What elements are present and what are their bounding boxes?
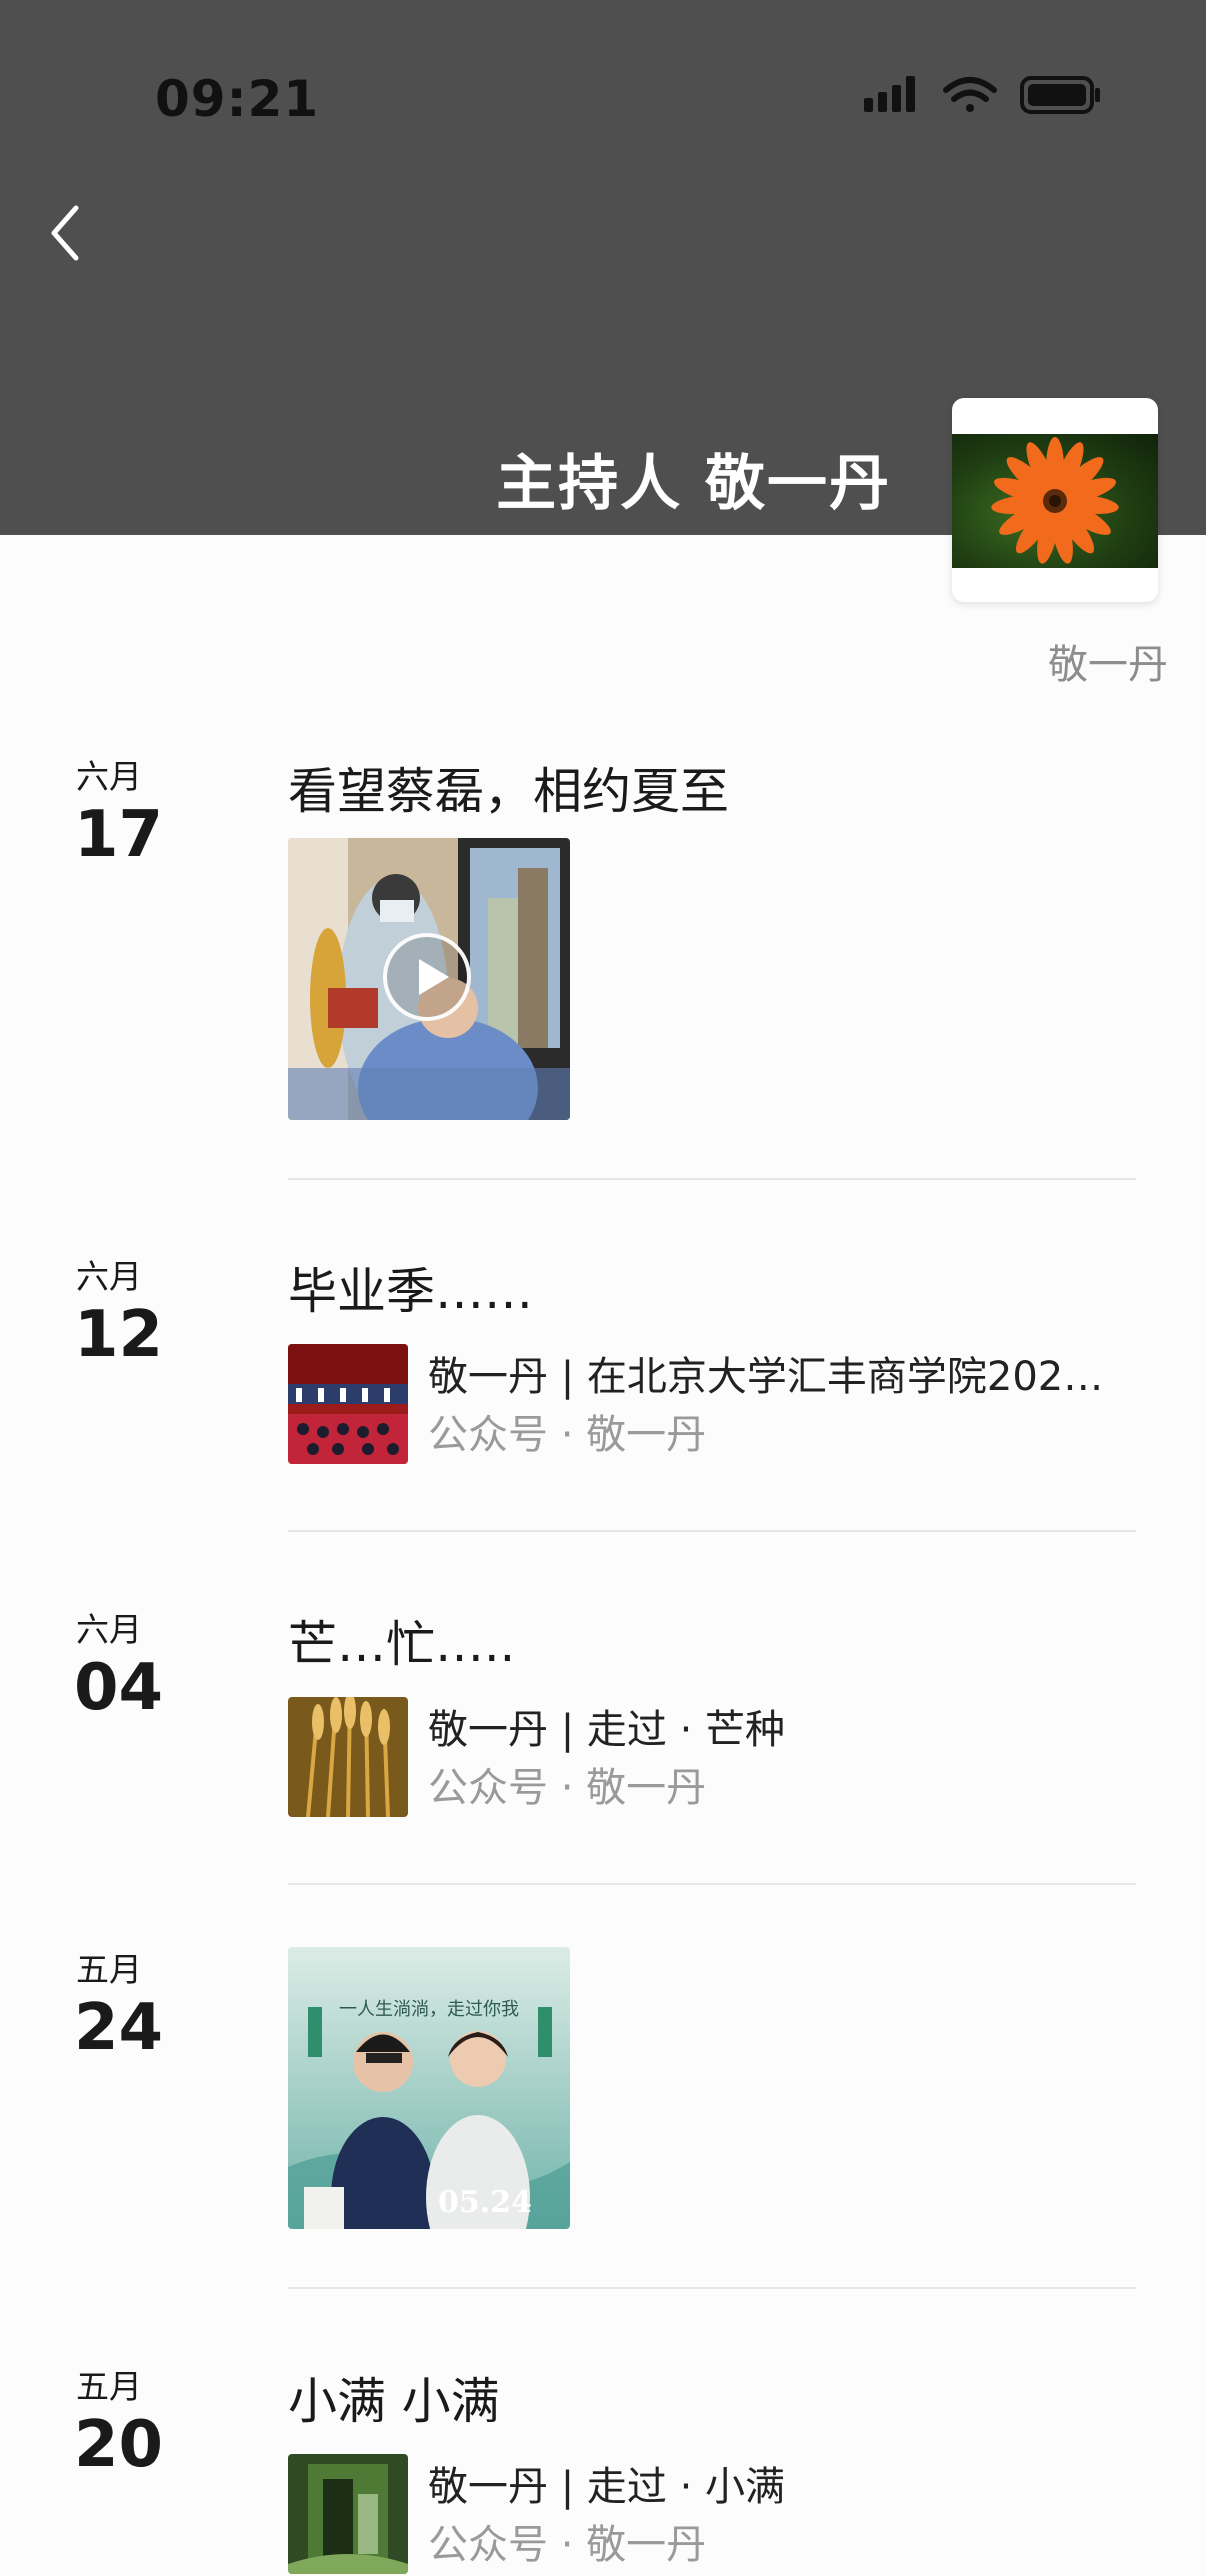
back-icon[interactable] [40,198,90,268]
article-thumbnail[interactable] [288,1344,408,1464]
article-thumbnail[interactable] [288,2454,408,2574]
post-item[interactable]: 六月 12 毕业季…… 敬一丹 | 在北京大学汇丰商学院202… 公众号 · 敬… [0,1240,1206,1540]
post-title: 小满 小满 [288,2373,500,2430]
post-item[interactable]: 六月 17 看望蔡磊，相约夏至 [0,740,1206,1180]
post-item[interactable]: 五月 20 小满 小满 敬一丹 | 走过 · 小满 公众号 · 敬一丹 [0,2350,1206,2576]
article-title: 敬一丹 | 在北京大学汇丰商学院202… [428,1354,1104,1400]
article-thumbnail[interactable] [288,1697,408,1817]
post-month: 六月 [76,757,142,796]
post-month: 六月 [76,1257,142,1296]
wifi-icon [943,77,997,112]
post-day: 12 [74,1298,164,1372]
divider [288,2287,1136,2289]
post-month: 五月 [76,2367,142,2406]
owner-name[interactable]: 敬一丹 [1048,632,1168,690]
post-item[interactable]: 六月 04 芒…忙….. 敬一丹 | 走过 · 芒种 公众号 · 敬一丹 [0,1593,1206,1893]
post-title: 毕业季…… [288,1263,534,1320]
article-title: 敬一丹 | 走过 · 小满 [428,2464,786,2510]
divider [288,1530,1136,1532]
status-icons [864,76,1100,114]
avatar-photo [952,434,1158,568]
post-day: 24 [74,1991,164,2065]
signal-icon [864,76,915,112]
poster-tagline: 一人生淌淌，走过你我 [339,1999,519,2020]
post-day: 17 [74,798,164,872]
poster-image[interactable]: 一人生淌淌，走过你我 05.24 [288,1947,570,2229]
poster-date: 05.24 [438,2185,532,2220]
post-month: 六月 [76,1610,142,1649]
play-icon[interactable] [383,933,471,1021]
post-item[interactable]: 五月 24 一人生淌淌，走过你我 05.24 [0,1933,1206,2293]
article-title: 敬一丹 | 走过 · 芒种 [428,1707,786,1753]
divider [288,1883,1136,1885]
post-day: 04 [74,1651,164,1725]
video-thumbnail[interactable] [288,838,570,1120]
status-time: 09:21 [155,70,320,128]
article-source: 公众号 · 敬一丹 [428,1765,707,1811]
avatar[interactable] [952,398,1158,602]
battery-icon [1020,76,1100,114]
cover-title: 主持人 敬一丹 [496,449,891,519]
article-source: 公众号 · 敬一丹 [428,1412,707,1458]
post-day: 20 [74,2408,164,2482]
post-title: 看望蔡磊，相约夏至 [288,763,730,820]
divider [288,1178,1136,1180]
post-title: 芒…忙….. [288,1616,516,1673]
article-source: 公众号 · 敬一丹 [428,2522,707,2568]
orange-flower-icon [991,437,1119,564]
post-month: 五月 [76,1950,142,1989]
